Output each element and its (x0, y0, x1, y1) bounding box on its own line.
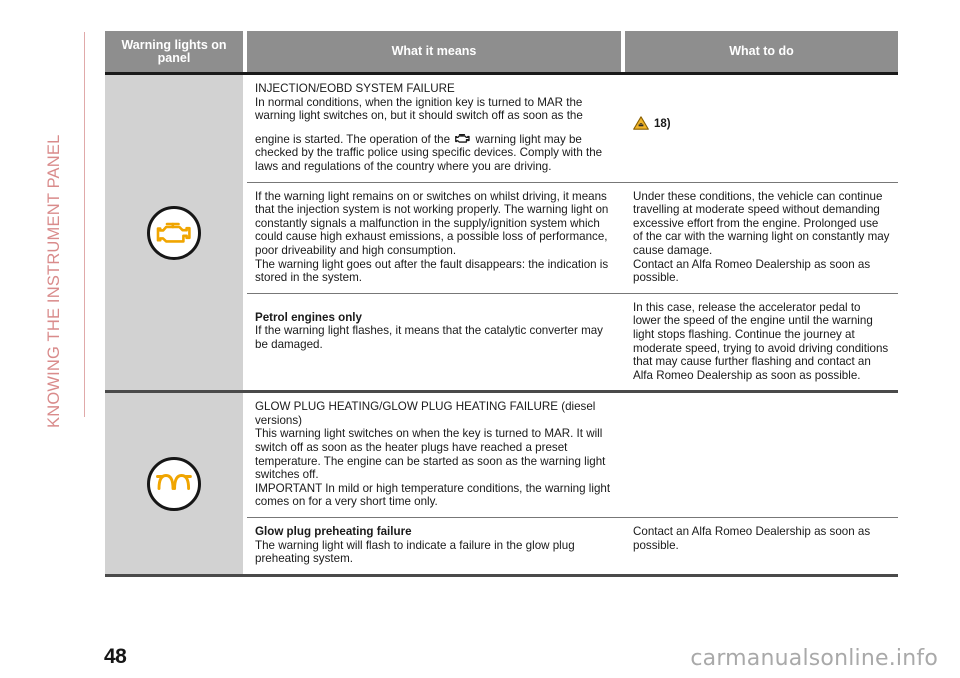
paragraph-subtitle: Glow plug preheating failure (255, 525, 412, 539)
paragraph-body: If the warning light remains on or switc… (255, 189, 609, 257)
cell-what-to-do: In this case, release the accelerator pe… (625, 294, 898, 391)
table-row: If the warning light remains on or switc… (247, 181, 898, 293)
site-watermark: carmanualsonline.info (690, 646, 938, 671)
chapter-title-sidebar: KNOWING THE INSTRUMENT PANEL (40, 28, 86, 428)
warning-light-icon-cell (105, 75, 243, 391)
cell-what-it-means: INJECTION/EOBD SYSTEM FAILURE In normal … (247, 75, 621, 182)
cell-what-to-do: Contact an Alfa Romeo Dealership as soon… (625, 518, 898, 574)
paragraph-body: IMPORTANT In mild or high temperature co… (255, 481, 611, 509)
paragraph-body: If the warning light flashes, it means t… (255, 324, 603, 351)
glow-plug-warning-light-icon (147, 456, 201, 511)
table-row: Petrol engines only If the warning light… (247, 292, 898, 391)
engine-check-warning-light-icon (147, 205, 201, 260)
footnote-reference: 18) (633, 116, 890, 134)
paragraph-body: Contact an Alfa Romeo Dealership as soon… (633, 257, 871, 285)
table-header-what-to-do: What to do (625, 31, 898, 72)
paragraph-title: INJECTION/EOBD SYSTEM FAILURE (255, 82, 455, 95)
paragraph-body: The warning light will flash to indicate… (255, 538, 575, 566)
paragraph-subtitle: Petrol engines only (255, 310, 362, 324)
paragraph-body: Under these conditions, the vehicle can … (633, 189, 890, 257)
cell-what-it-means: Petrol engines only If the warning light… (247, 294, 621, 391)
paragraph-body: In normal conditions, when the ignition … (255, 95, 583, 123)
cell-what-to-do (625, 393, 898, 517)
table-header-warning-lights: Warning lights on panel (105, 31, 243, 72)
cell-what-to-do: 18) (625, 75, 898, 182)
text-before-inline-icon: engine is started. The operation of the (255, 132, 454, 146)
table-header-row: Warning lights on panel What it means Wh… (105, 31, 898, 75)
paragraph-body: Contact an Alfa Romeo Dealership as soon… (633, 525, 871, 552)
cell-what-it-means: GLOW PLUG HEATING/GLOW PLUG HEATING FAIL… (247, 393, 621, 517)
chapter-title-text: KNOWING THE INSTRUMENT PANEL (45, 134, 63, 428)
warning-light-icon-cell (105, 393, 243, 574)
warning-lights-table: Warning lights on panel What it means Wh… (105, 31, 898, 577)
warning-triangle-icon (633, 116, 649, 134)
table-group-rows: INJECTION/EOBD SYSTEM FAILURE In normal … (247, 75, 898, 390)
cell-what-it-means: Glow plug preheating failure The warning… (247, 518, 621, 574)
cell-what-it-means: If the warning light remains on or switc… (247, 183, 621, 293)
paragraph-body: In this case, release the accelerator pe… (633, 300, 889, 382)
paragraph-title: GLOW PLUG HEATING/GLOW PLUG HEATING FAIL… (255, 400, 596, 427)
page-number: 48 (104, 645, 127, 668)
table-row: INJECTION/EOBD SYSTEM FAILURE In normal … (247, 75, 898, 182)
paragraph-body: The warning light goes out after the fau… (255, 257, 609, 285)
cell-what-to-do: Under these conditions, the vehicle can … (625, 183, 898, 293)
table-body: INJECTION/EOBD SYSTEM FAILURE In normal … (105, 75, 898, 574)
table-bottom-border (105, 573, 898, 577)
footnote-number: 18) (654, 118, 671, 130)
chapter-title-rule (84, 32, 85, 417)
table-row: GLOW PLUG HEATING/GLOW PLUG HEATING FAIL… (247, 393, 898, 517)
paragraph-body: This warning light switches on when the … (255, 427, 606, 482)
table-group-rows: GLOW PLUG HEATING/GLOW PLUG HEATING FAIL… (247, 393, 898, 574)
table-row: Glow plug preheating failure The warning… (247, 517, 898, 574)
paragraph-body-with-icon: engine is started. The operation of the … (255, 133, 613, 174)
table-group-glow-plug: GLOW PLUG HEATING/GLOW PLUG HEATING FAIL… (105, 390, 898, 574)
engine-check-icon (454, 133, 471, 144)
table-header-what-it-means: What it means (247, 31, 621, 72)
table-group-injection-eobd: INJECTION/EOBD SYSTEM FAILURE In normal … (105, 75, 898, 391)
